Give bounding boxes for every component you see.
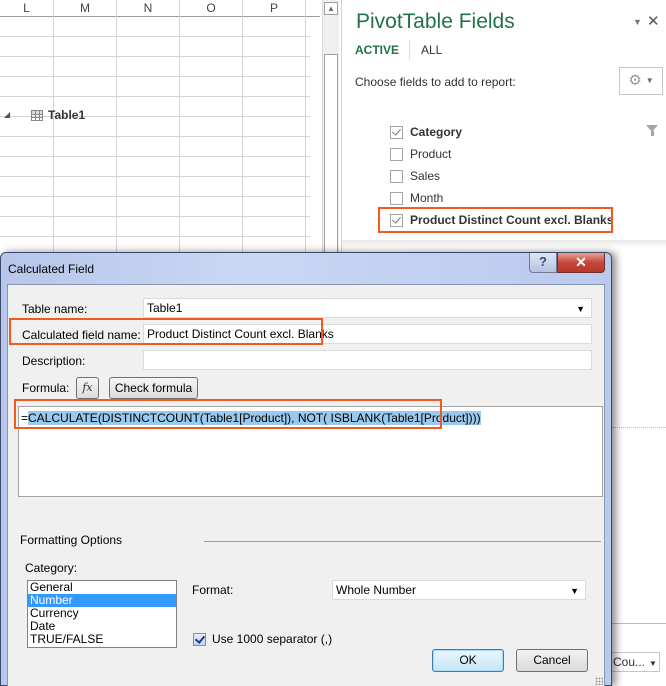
category-option[interactable]: TRUE/FALSE [28, 633, 176, 646]
close-icon[interactable]: ✕ [647, 12, 660, 30]
column-header[interactable]: P [243, 0, 306, 17]
field-item-sales[interactable]: Sales [390, 168, 440, 184]
checkbox[interactable] [390, 169, 403, 183]
table-name-value: Table1 [147, 301, 183, 315]
field-label: Sales [410, 169, 441, 183]
field-item-product[interactable]: Product [390, 146, 451, 162]
insert-function-button[interactable]: fx [76, 377, 99, 399]
checkbox[interactable] [390, 147, 403, 161]
collapse-triangle-icon[interactable]: ◢ [4, 110, 10, 119]
values-field-dropdown[interactable]: Cou... ▼ [610, 652, 660, 672]
table-name-select[interactable]: Table1 ▼ [143, 298, 592, 318]
table-name-label: Table name: [22, 302, 88, 316]
highlight-box [14, 399, 442, 429]
ok-button[interactable]: OK [432, 649, 504, 672]
caret-down-icon: ▼ [576, 304, 585, 314]
highlight-box [378, 207, 613, 233]
resize-grip[interactable] [595, 677, 603, 685]
scroll-up-arrow-icon[interactable]: ▲ [324, 2, 338, 15]
panel-title: PivotTable Fields [356, 10, 515, 33]
format-value: Whole Number [336, 583, 417, 597]
column-header[interactable]: N [117, 0, 180, 17]
field-label: Product [410, 147, 452, 161]
use-separator-checkbox[interactable] [193, 633, 206, 646]
category-label: Category: [25, 561, 78, 575]
column-header[interactable]: L [0, 0, 54, 17]
area-divider [612, 427, 666, 428]
caret-down-icon: ▼ [645, 76, 654, 86]
tab-active[interactable]: ACTIVE [355, 43, 399, 57]
column-header[interactable]: M [54, 0, 117, 17]
field-list-divider [342, 240, 666, 248]
category-listbox[interactable]: General Number Currency Date TRUE/FALSE [27, 580, 177, 648]
format-label: Format: [192, 583, 234, 597]
values-field-label: Cou... [613, 655, 646, 669]
table-node[interactable]: Table1 [48, 108, 85, 122]
caret-down-icon: ▼ [649, 659, 657, 668]
help-button[interactable]: ? [529, 253, 557, 273]
check-formula-button[interactable]: Check formula [109, 377, 198, 399]
column-header[interactable]: O [180, 0, 243, 17]
description-label: Description: [22, 354, 86, 368]
field-item-category[interactable]: Category [390, 124, 462, 140]
column-headers: L M N O P [0, 0, 320, 17]
area-divider [612, 623, 666, 624]
field-label: Category [410, 125, 463, 139]
field-item-month[interactable]: Month [390, 190, 443, 206]
close-button[interactable]: ✕ [557, 253, 605, 273]
use-separator-label: Use 1000 separator (,) [212, 632, 333, 646]
field-settings-button[interactable]: ⚙ ▼ [619, 67, 663, 95]
fx-icon: fx [82, 381, 93, 394]
filter-icon[interactable] [646, 125, 658, 136]
formatting-options-heading: Formatting Options [20, 533, 123, 547]
formula-label: Formula: [22, 381, 70, 395]
caret-down-icon[interactable]: ▼ [633, 17, 642, 27]
cancel-button[interactable]: Cancel [516, 649, 588, 672]
checkbox[interactable] [390, 191, 403, 205]
gear-icon: ⚙ [628, 72, 642, 89]
dialog-title: Calculated Field [8, 262, 95, 276]
section-divider [204, 541, 601, 542]
format-select[interactable]: Whole Number ▼ [332, 580, 586, 600]
choose-fields-label: Choose fields to add to report: [355, 75, 516, 89]
highlight-box [9, 318, 323, 345]
tab-all[interactable]: ALL [421, 43, 442, 57]
caret-down-icon: ▼ [570, 586, 579, 596]
checkbox[interactable] [390, 125, 403, 139]
description-input[interactable] [143, 350, 592, 370]
table-icon [31, 110, 43, 121]
tab-divider [409, 40, 410, 60]
field-label: Month [410, 191, 444, 205]
